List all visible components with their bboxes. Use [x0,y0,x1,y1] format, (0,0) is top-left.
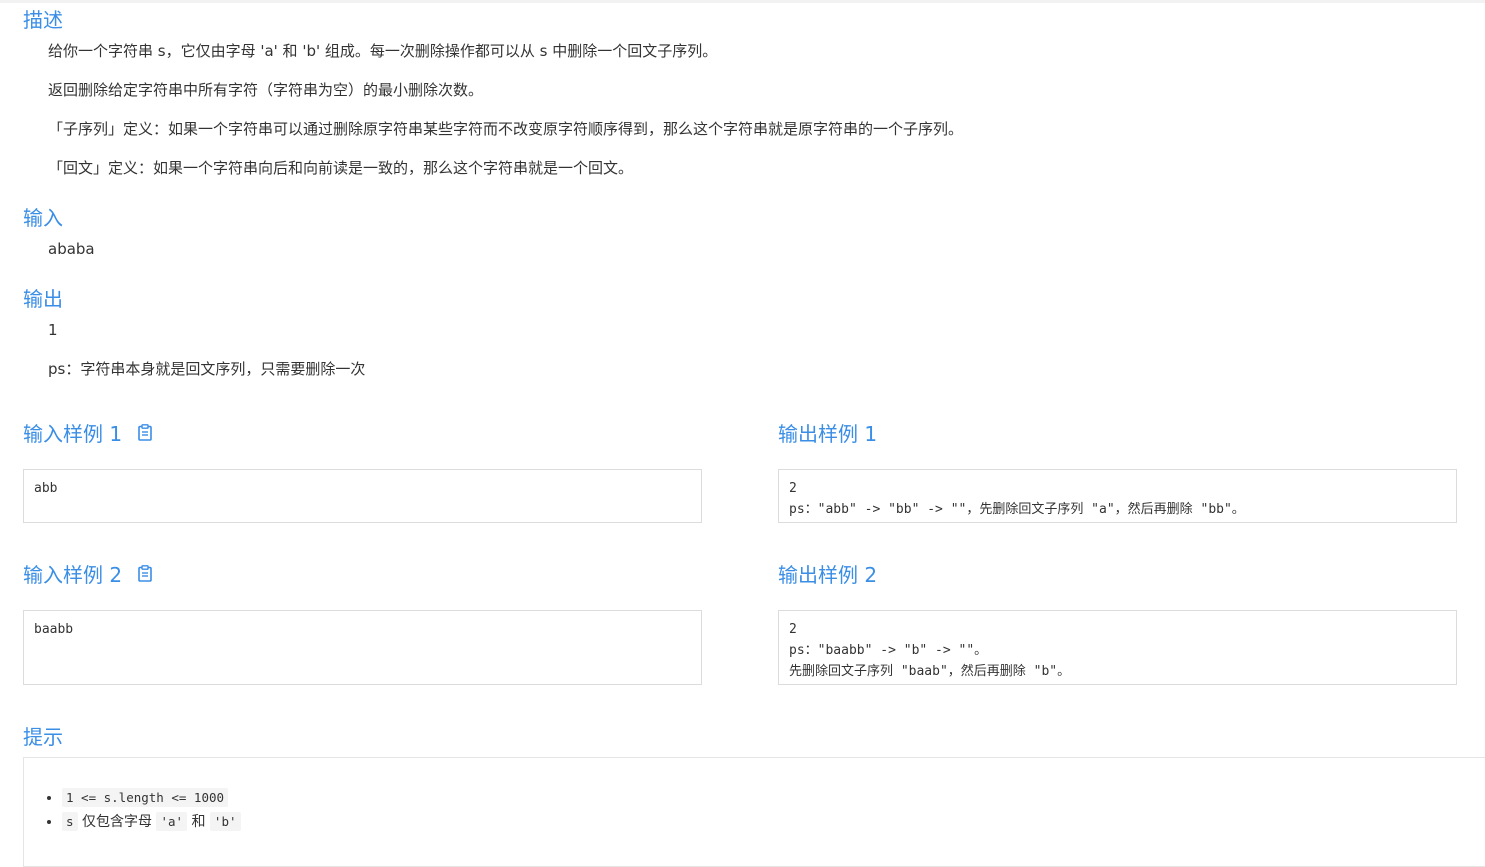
description-paragraph-1: 给你一个字符串 s，它仅由字母 'a' 和 'b' 组成。每一次删除操作都可以从… [48,42,718,60]
clipboard-icon[interactable] [138,422,153,446]
hint-item-2: s 仅包含字母 'a' 和 'b' [62,810,241,834]
sample-output-1-title: 输出样例 1 [778,422,878,446]
hint-code: 1 <= s.length <= 1000 [62,788,229,807]
description-paragraph-2: 返回删除给定字符串中所有字符（字符串为空）的最小删除次数。 [48,81,484,99]
description-paragraph-3: 「子序列」定义：如果一个字符串可以通过删除原字符串某些字符而不改变原字符顺序得到… [48,120,964,138]
output-value: 1 [48,321,58,339]
hint-code: 'b' [209,812,241,831]
input-heading: 输入 [23,206,63,230]
hint-box: 1 <= s.length <= 1000 s 仅包含字母 'a' 和 'b' [23,757,1485,867]
clipboard-icon[interactable] [138,563,153,587]
sample-output-2-title: 输出样例 2 [778,563,878,587]
hint-list: 1 <= s.length <= 1000 s 仅包含字母 'a' 和 'b' [24,786,241,834]
input-value: ababa [48,240,95,258]
hint-heading: 提示 [23,725,63,749]
output-note: ps：字符串本身就是回文序列，只需要删除一次 [48,360,366,378]
sample-input-1-box: abb [23,469,702,523]
sample-input-2-heading: 输入样例 2 [23,563,153,587]
hint-text: 仅包含字母 [81,814,152,830]
sample-output-1-box: 2 ps："abb" -> "bb" -> ""，先删除回文子序列 "a"，然后… [778,469,1457,523]
hint-item-1: 1 <= s.length <= 1000 [62,786,241,810]
description-heading: 描述 [23,8,63,32]
sample-input-2-title: 输入样例 2 [23,563,123,587]
sample-input-1-heading: 输入样例 1 [23,422,153,446]
hint-text: 和 [191,814,206,830]
description-paragraph-4: 「回文」定义：如果一个字符串向后和向前读是一致的，那么这个字符串就是一个回文。 [48,159,634,177]
top-divider [0,0,1485,3]
sample-input-2-box: baabb [23,610,702,685]
hint-code: s [62,812,78,831]
hint-code: 'a' [156,812,188,831]
output-heading: 输出 [23,287,63,311]
sample-input-1-title: 输入样例 1 [23,422,123,446]
sample-output-2-box: 2 ps："baabb" -> "b" -> ""。 先删除回文子序列 "baa… [778,610,1457,685]
